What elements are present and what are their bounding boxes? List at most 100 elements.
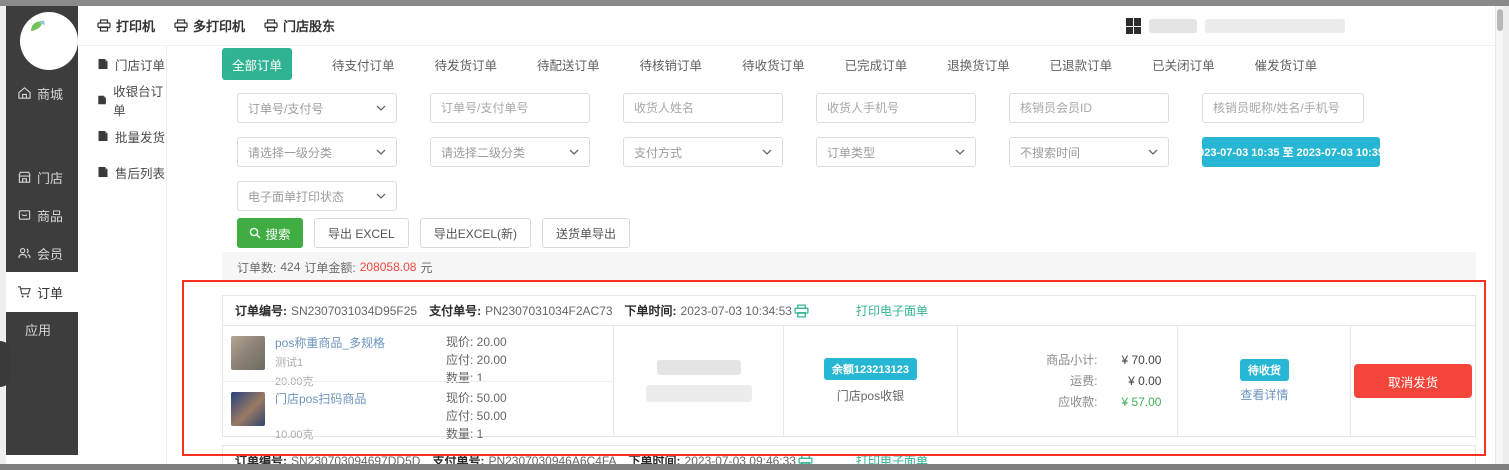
- printer-icon: [264, 19, 278, 32]
- pay-method-select[interactable]: 支付方式: [623, 137, 783, 167]
- rail-item-label: 会员: [37, 244, 63, 263]
- document-icon: [97, 166, 109, 178]
- tab-pending-verification[interactable]: 待核销订单: [640, 55, 703, 74]
- cancel-shipment-button[interactable]: 取消发货: [1354, 364, 1472, 398]
- search-button[interactable]: 搜索: [237, 218, 303, 248]
- verifier-id-input[interactable]: [1009, 93, 1169, 123]
- rail-item-store[interactable]: 门店: [6, 166, 78, 188]
- printer-icon: [97, 19, 111, 32]
- rail-item-mall[interactable]: 商城: [6, 82, 78, 104]
- date-range-label: 2023-07-03 10:35 至 2023-07-03 10:35: [1192, 144, 1384, 160]
- cart-icon: [17, 285, 32, 299]
- window-frame-left: [0, 6, 6, 464]
- payment-balance-badge: 余额123213123: [824, 358, 917, 380]
- subtotal-label: 商品小计:: [998, 351, 1098, 370]
- date-range-button[interactable]: 2023-07-03 10:35 至 2023-07-03 10:35: [1202, 137, 1380, 167]
- order-tabs: 全部订单 待支付订单 待发货订单 待配送订单 待核销订单 待收货订单 已完成订单…: [222, 48, 1496, 80]
- storefront-icon: [17, 170, 32, 184]
- print-receipt-icon[interactable]: [798, 454, 813, 465]
- order-payno-value: PN2307031034F2AC73: [485, 304, 612, 318]
- order-payno-label: 支付单号:: [429, 302, 481, 319]
- subtotal-value: ¥ 70.00: [1097, 351, 1161, 370]
- tab-closed[interactable]: 已关闭订单: [1152, 55, 1215, 74]
- order-amount-unit: 元: [420, 259, 432, 276]
- verifier-name-input[interactable]: [1202, 93, 1364, 123]
- tab-pending-delivery[interactable]: 待配送订单: [537, 55, 600, 74]
- order-card: 订单编号: SN230703094697DD5D 支付单号: PN2307030…: [222, 445, 1476, 464]
- product-payable: 应付: 20.00: [446, 351, 507, 369]
- receiver-name-input[interactable]: [623, 93, 783, 123]
- sub-item-cashier-orders[interactable]: 收银台订单: [78, 82, 166, 118]
- scrollbar[interactable]: [1495, 6, 1503, 464]
- receivable-value: ¥ 57.00: [1097, 393, 1161, 412]
- order-sn-value: SN230703094697DD5D: [291, 454, 420, 465]
- scrollbar-thumb[interactable]: [1497, 9, 1503, 31]
- eorder-print-status-select[interactable]: 电子面单打印状态: [237, 181, 397, 211]
- redacted-account-name: [1149, 19, 1197, 33]
- members-icon: [17, 246, 32, 260]
- category-level1-select[interactable]: 请选择一级分类: [237, 137, 397, 167]
- chevron-down-icon: [762, 149, 772, 155]
- order-no-input[interactable]: [430, 93, 590, 123]
- freight-label: 运费:: [998, 372, 1098, 391]
- rail-item-orders[interactable]: 订单: [6, 272, 78, 312]
- store-shareholder-button[interactable]: 门店股东: [264, 16, 335, 35]
- order-type-select[interactable]: 订单类型: [816, 137, 976, 167]
- drawer-handle[interactable]: [0, 341, 11, 387]
- time-search-select[interactable]: 不搜索时间: [1009, 137, 1169, 167]
- tab-completed[interactable]: 已完成订单: [845, 55, 908, 74]
- rail-item-goods[interactable]: 商品: [6, 204, 78, 226]
- subtotal-row: 商品小计: ¥ 70.00: [998, 351, 1162, 370]
- order-card-header: 订单编号: SN2307031034D95F25 支付单号: PN2307031…: [223, 296, 1475, 326]
- tab-refunded[interactable]: 已退款订单: [1050, 55, 1113, 74]
- filter-row-3: 电子面单打印状态: [237, 181, 1496, 211]
- product-qty: 数量: 1: [446, 425, 507, 443]
- rail-item-apps[interactable]: 应用: [6, 318, 78, 340]
- redacted-customer-name: [657, 360, 741, 375]
- product-name-link[interactable]: pos称重商品_多规格: [275, 334, 435, 351]
- print-eorder-link[interactable]: 打印电子面单: [856, 302, 928, 319]
- multi-printer-button[interactable]: 多打印机: [174, 16, 245, 35]
- export-excel-button[interactable]: 导出 EXCEL: [314, 218, 409, 248]
- printer-button-label: 打印机: [116, 16, 155, 35]
- delivery-note-export-button[interactable]: 送货单导出: [542, 218, 630, 248]
- chevron-down-icon: [1148, 149, 1158, 155]
- category-level2-select[interactable]: 请选择二级分类: [430, 137, 590, 167]
- rail-item-members[interactable]: 会员: [6, 242, 78, 264]
- tab-urge-shipment[interactable]: 催发货订单: [1255, 55, 1318, 74]
- product-name-link[interactable]: 门店pos扫码商品: [275, 390, 435, 407]
- view-detail-link[interactable]: 查看详情: [1240, 386, 1288, 403]
- main-content: 全部订单 待支付订单 待发货订单 待配送订单 待核销订单 待收货订单 已完成订单…: [167, 46, 1496, 464]
- order-time-value: 2023-07-03 10:34:53: [681, 304, 792, 318]
- order-payno-value: PN2307030946A6C4FA: [488, 454, 616, 465]
- redacted-customer-phone: [646, 385, 752, 402]
- sub-item-aftersale-list[interactable]: 售后列表: [78, 154, 166, 190]
- order-amount-value: 208058.08: [360, 260, 417, 274]
- order-sn-label: 订单编号:: [235, 302, 287, 319]
- order-time-value: 2023-07-03 09:46:33: [685, 454, 796, 465]
- tab-all-orders[interactable]: 全部订单: [222, 48, 292, 80]
- chevron-down-icon: [955, 149, 965, 155]
- rail-item-label: 商品: [37, 206, 63, 225]
- sub-item-store-orders[interactable]: 门店订单: [78, 46, 166, 82]
- avatar[interactable]: [20, 12, 78, 70]
- order-no-type-select[interactable]: 订单号/支付号: [237, 93, 397, 123]
- export-excel-new-button[interactable]: 导出EXCEL(新): [420, 218, 531, 248]
- search-icon: [249, 227, 261, 239]
- printer-button[interactable]: 打印机: [97, 16, 155, 35]
- print-eorder-link[interactable]: 打印电子面单: [856, 452, 928, 464]
- window-frame-top: [0, 0, 1509, 6]
- tab-pending-shipment[interactable]: 待发货订单: [435, 55, 498, 74]
- tab-pending-payment[interactable]: 待支付订单: [332, 55, 395, 74]
- sub-item-batch-shipping[interactable]: 批量发货: [78, 118, 166, 154]
- tab-pending-receipt[interactable]: 待收货订单: [742, 55, 805, 74]
- print-receipt-icon[interactable]: [794, 304, 809, 318]
- topbar-account-area[interactable]: [1126, 6, 1345, 46]
- receiver-phone-input[interactable]: [816, 93, 976, 123]
- product-row: pos称重商品_多规格 测试1 20.00克 现价: 20.00 应付: 20.…: [223, 326, 613, 381]
- product-spec: 测试1: [275, 354, 435, 370]
- product-price: 现价: 20.00: [446, 333, 507, 351]
- order-customer-column: [613, 326, 783, 436]
- tab-return-exchange[interactable]: 退换货订单: [947, 55, 1010, 74]
- order-card: 订单编号: SN2307031034D95F25 支付单号: PN2307031…: [222, 295, 1476, 437]
